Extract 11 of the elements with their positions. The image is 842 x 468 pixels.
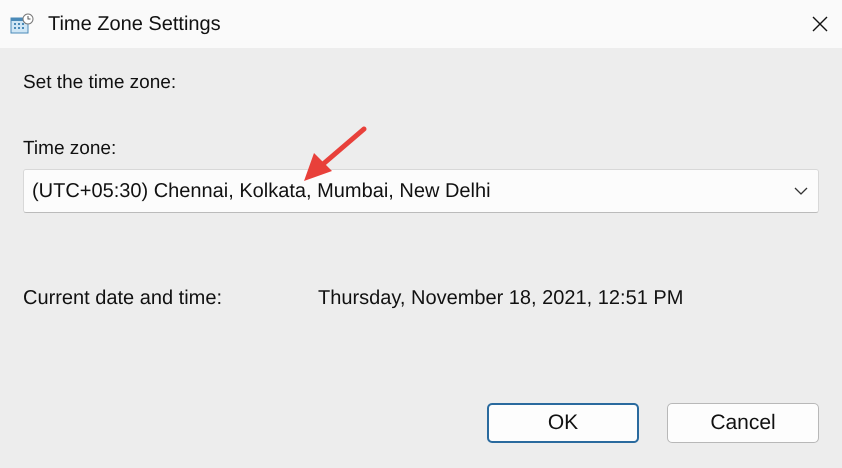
- close-icon[interactable]: [812, 16, 828, 32]
- dialog-button[interactable]: OK: [487, 403, 639, 443]
- window-title: Time Zone Settings: [48, 12, 222, 36]
- time-zone-dropdown[interactable]: (UTC+05:30) Chennai, Kolkata, Mumbai, New Delhi: [23, 169, 819, 213]
- time-zone-label: Time zone:: [23, 138, 118, 160]
- chevron-down-icon: [794, 187, 808, 195]
- current-date-label: Current date and time:: [23, 287, 223, 310]
- calendar-clock-icon: [10, 13, 34, 35]
- current-date-value: Thursday, November 18, 2021, 12:51 PM: [318, 287, 684, 310]
- section-heading: Set the time zone:: [23, 72, 178, 94]
- dialog-button[interactable]: Cancel: [667, 403, 819, 443]
